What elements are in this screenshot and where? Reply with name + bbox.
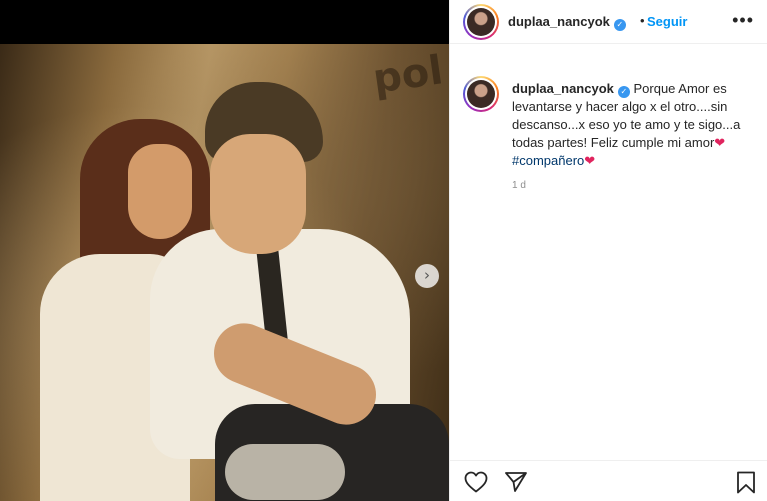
caption-avatar[interactable] — [463, 76, 499, 112]
photo-man-face — [210, 134, 306, 254]
header-separator: • — [640, 13, 645, 28]
caption-avatar-image — [467, 80, 495, 108]
next-image-button[interactable]: › — [415, 264, 439, 288]
hashtag-link[interactable]: #compañero — [512, 153, 584, 168]
verified-badge-icon: ✓ — [613, 19, 626, 31]
save-bookmark-icon[interactable] — [736, 471, 756, 494]
avatar[interactable] — [463, 4, 499, 40]
share-paper-plane-icon[interactable] — [504, 471, 528, 493]
header-username-text[interactable]: duplaa_nancyok — [508, 14, 610, 29]
media-top-bar — [0, 0, 449, 44]
post-timestamp[interactable]: 1 d — [512, 180, 526, 191]
post-media: pol › — [0, 0, 449, 501]
post-side-panel: duplaa_nancyok ✓ • Seguir ••• duplaa_nanc… — [449, 0, 767, 501]
caption-username[interactable]: duplaa_nancyok — [512, 81, 614, 96]
follow-button[interactable]: Seguir — [647, 14, 687, 29]
avatar-image — [467, 8, 495, 36]
post-header: duplaa_nancyok ✓ • Seguir ••• — [450, 0, 767, 44]
like-heart-icon[interactable] — [464, 471, 488, 493]
caption-verified-badge-icon: ✓ — [617, 86, 630, 98]
heart-emoji-icon-2: ❤ — [584, 153, 596, 168]
photo-motorcycle-chrome — [225, 444, 345, 500]
post-actions-bar — [450, 460, 767, 501]
avatar-inner — [465, 6, 497, 38]
post-photo[interactable]: pol — [0, 44, 449, 501]
photo-woman-face — [128, 144, 192, 239]
header-username[interactable]: duplaa_nancyok ✓ — [508, 14, 626, 31]
wall-graffiti: pol — [370, 47, 446, 103]
caption-text: duplaa_nancyok ✓ Porque Amor es levantars… — [512, 80, 762, 170]
caption-avatar-inner — [465, 78, 497, 110]
more-options-icon[interactable]: ••• — [732, 10, 754, 31]
heart-emoji-icon: ❤ — [714, 135, 726, 150]
